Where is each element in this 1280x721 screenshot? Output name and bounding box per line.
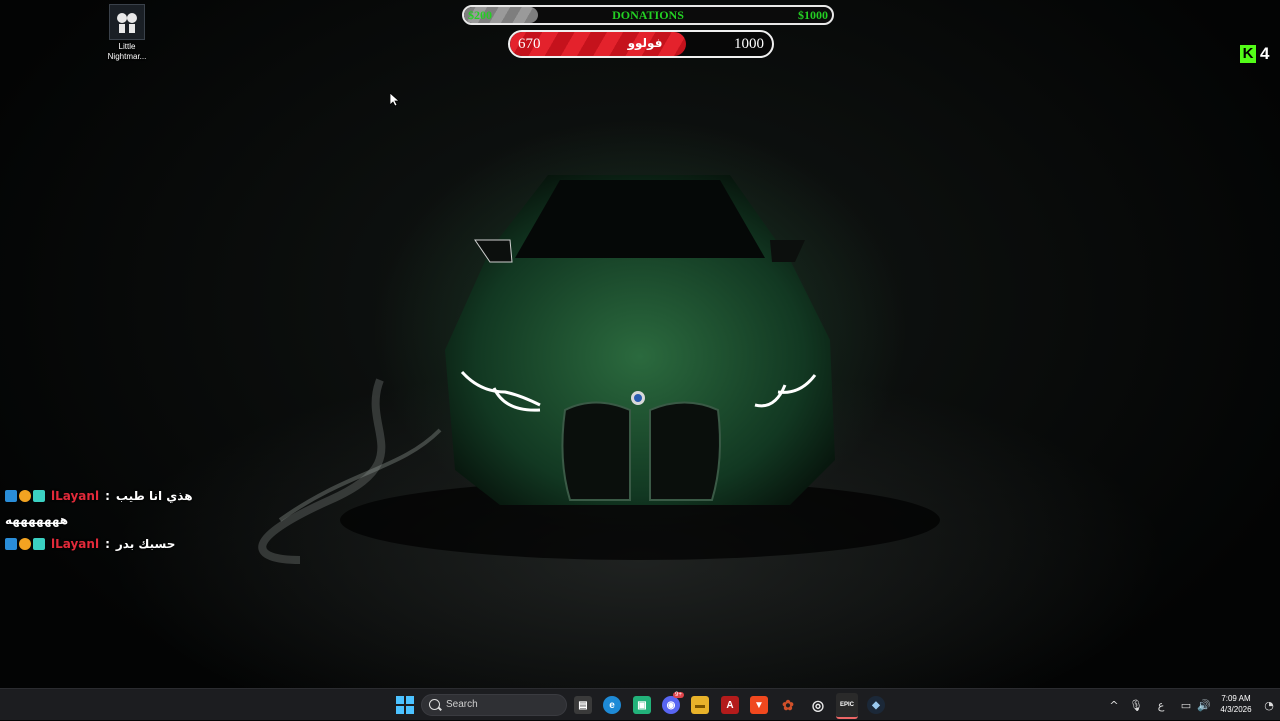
little-nightmares-game-icon	[109, 4, 145, 40]
chat-text: هذي انا طيب	[115, 489, 193, 503]
chat-username: lLayanl	[51, 537, 100, 551]
discord-notification-badge: 9+	[673, 692, 684, 698]
search-placeholder: Search	[446, 699, 478, 710]
file-explorer-icon[interactable]: ▬	[691, 696, 709, 714]
store-icon[interactable]: ▤	[574, 696, 592, 714]
microphone-icon[interactable]: 🎙	[1128, 689, 1144, 721]
clock-time: 7:09 AM	[1221, 694, 1251, 703]
chat-separator: :	[105, 489, 110, 503]
notification-bell-icon[interactable]: ◔	[1262, 689, 1276, 721]
chat-message: lLayanl : هذي انا طيب	[5, 484, 193, 508]
kick-viewer-count: K 4	[1240, 44, 1269, 64]
clock-date: 4/3/2026	[1220, 705, 1252, 714]
follow-goal-label: فولوو	[627, 36, 663, 50]
desktop-icon-label: Little Nightmar...	[107, 42, 147, 61]
donations-max-label: $1000	[798, 8, 828, 22]
screen-capture-icon[interactable]: ▣	[633, 696, 651, 714]
badge-icon	[5, 538, 17, 550]
follow-goal-bar: 670 فولوو 1000	[508, 30, 774, 58]
stream-chat-overlay: lLayanl : هذي انا طيب هههههههه lLayanl :…	[5, 484, 193, 556]
obs-studio-icon[interactable]: ◎	[809, 696, 827, 714]
taskbar-search-box[interactable]: Search	[421, 694, 567, 716]
mouse-cursor-icon	[390, 93, 400, 107]
kick-logo-icon: K	[1240, 45, 1256, 63]
volume-icon[interactable]: 🔊	[1196, 689, 1212, 721]
car-wallpaper-image	[258, 175, 940, 564]
follow-goal-current: 670	[518, 36, 541, 52]
keyboard-language-indicator[interactable]: ع	[1152, 689, 1170, 721]
donations-goal-bar: $200 DONATIONS $1000	[462, 5, 834, 25]
badge-icon	[5, 490, 17, 502]
taskbar-clock[interactable]: 7:09 AM 4/3/2026	[1212, 693, 1260, 715]
paint-app-icon[interactable]: ✿	[779, 696, 797, 714]
show-hidden-icons-chevron-icon[interactable]: ^	[1106, 689, 1122, 721]
brave-browser-icon[interactable]: ▼	[750, 696, 768, 714]
gift-badge-icon	[33, 538, 45, 550]
epic-games-icon[interactable]: EPIC	[836, 693, 858, 719]
chat-message-continuation: هههههههه	[5, 508, 193, 532]
chat-text: هههههههه	[5, 513, 69, 527]
chat-text: حسبك بدر	[115, 537, 176, 551]
steam-icon[interactable]: ◆	[867, 696, 885, 714]
chat-username: lLayanl	[51, 489, 100, 503]
chat-message: lLayanl : حسبك بدر	[5, 532, 193, 556]
viewer-count: 4	[1260, 44, 1270, 63]
subscriber-badge-icon	[19, 538, 31, 550]
desktop-wallpaper	[0, 0, 1280, 688]
network-icon[interactable]: ▭	[1178, 689, 1194, 721]
adobe-acrobat-icon[interactable]: A	[721, 696, 739, 714]
donations-title: DONATIONS	[612, 8, 684, 22]
chat-separator: :	[105, 537, 110, 551]
taskbar: Search ▤ e ▣ ◉ 9+ ▬ A ▼ ✿ ◎ EPIC ◆ ^ 🎙 ع…	[0, 688, 1280, 720]
subscriber-badge-icon	[19, 490, 31, 502]
search-icon	[429, 699, 440, 710]
desktop-icon-little-nightmares[interactable]: Little Nightmar...	[102, 4, 152, 62]
gift-badge-icon	[33, 490, 45, 502]
discord-icon[interactable]: ◉	[662, 696, 680, 714]
follow-goal-target: 1000	[734, 36, 764, 52]
windows-start-icon[interactable]	[396, 696, 414, 714]
edge-icon[interactable]: e	[603, 696, 621, 714]
